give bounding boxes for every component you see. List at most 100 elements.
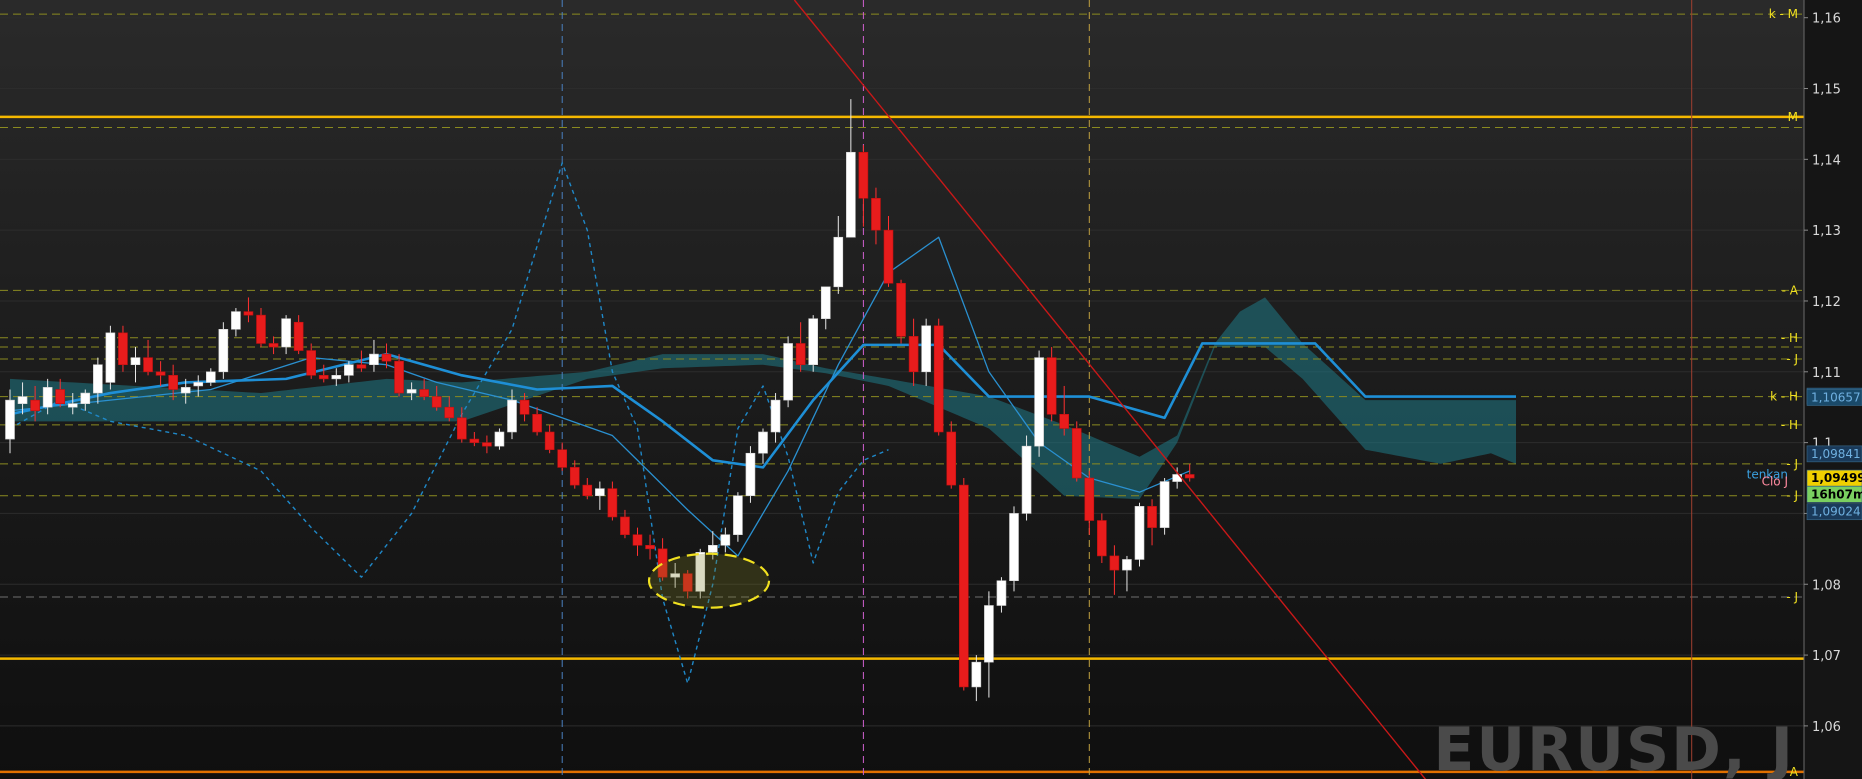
candle-body — [406, 389, 417, 394]
candle-body — [921, 325, 931, 373]
candle-body — [318, 375, 329, 380]
y-tick-label: 1,16 — [1812, 12, 1841, 27]
candle-body — [431, 396, 442, 408]
level-label: k - H — [1770, 390, 1798, 404]
candle-body — [193, 382, 204, 387]
candle-body — [783, 343, 793, 401]
y-tick-label: 1,08 — [1812, 578, 1841, 593]
level-label: - J — [1786, 590, 1798, 604]
candle-body — [469, 438, 480, 443]
candle-body — [494, 431, 505, 447]
candle-body — [1109, 555, 1120, 571]
candle-body — [143, 357, 153, 373]
candle-body — [331, 375, 342, 380]
level-label: M — [1788, 110, 1798, 124]
candle-body — [958, 484, 969, 688]
candle-body — [1159, 481, 1170, 528]
candle-body — [1059, 413, 1069, 429]
price-tag-text: 1,09841 — [1811, 447, 1861, 461]
candle-body — [933, 325, 944, 433]
candle-body — [1009, 513, 1019, 582]
candle-body — [180, 387, 191, 394]
candle-body — [858, 151, 869, 199]
chikou-line — [9, 162, 889, 685]
candle-body — [1097, 520, 1107, 557]
candle-body — [745, 452, 756, 497]
candle-body — [293, 321, 304, 351]
y-tick-label: 1,07 — [1812, 649, 1841, 664]
candle-body — [1084, 477, 1095, 521]
candle-body — [996, 580, 1007, 606]
candle-body — [1034, 357, 1044, 447]
price-tag: 1,09499 — [1806, 469, 1862, 487]
inline-label: Clo J — [1762, 475, 1788, 489]
candle-body — [17, 396, 28, 404]
candle-body — [206, 371, 216, 383]
candle-body — [1134, 506, 1145, 560]
y-tick-label: 1,11 — [1812, 366, 1841, 381]
price-tag-text: 1,10657 — [1811, 391, 1861, 405]
candle-body — [733, 495, 743, 535]
candle-body — [93, 364, 103, 394]
candle-body — [5, 399, 15, 440]
candle-body — [42, 387, 53, 408]
price-chart[interactable]: MAk - M- A- H- Jk - H- H- J- J- J1,161,1… — [0, 0, 1862, 779]
candle-body — [155, 371, 166, 376]
level-label: k - M — [1769, 7, 1798, 21]
candle-body — [105, 332, 116, 383]
price-tag-text: 1,09024 — [1811, 505, 1861, 519]
y-tick-label: 1,06 — [1812, 720, 1841, 735]
price-tag: 1,09024 — [1806, 503, 1862, 521]
candle-body — [1021, 445, 1032, 514]
candle-body — [381, 353, 392, 362]
level-label: - A — [1782, 283, 1799, 297]
candle-body — [770, 399, 781, 433]
candle-body — [645, 544, 655, 550]
candle-body — [569, 467, 580, 486]
y-tick-label: 1,13 — [1812, 224, 1841, 239]
candle-body — [444, 406, 455, 419]
candle-body — [118, 332, 128, 366]
level-label: - J — [1786, 489, 1798, 503]
level-label: - J — [1786, 457, 1798, 471]
candle-body — [1122, 559, 1132, 571]
y-tick-label: 1,14 — [1812, 153, 1841, 168]
candle-body — [218, 329, 229, 373]
candle-body — [482, 442, 492, 447]
candle-body — [168, 375, 178, 390]
candle-body — [231, 311, 241, 330]
candle-body — [582, 484, 593, 497]
level-label: - J — [1786, 352, 1798, 366]
candle-body — [130, 357, 141, 366]
candle-body — [344, 364, 354, 376]
candle-body — [1071, 428, 1082, 479]
candle-body — [595, 488, 605, 497]
candle-body — [356, 364, 367, 369]
price-tag: 1,10657 — [1806, 389, 1862, 406]
candle-body — [720, 534, 731, 546]
level-label: - H — [1781, 331, 1798, 345]
candle-body — [544, 431, 555, 450]
candle-body — [281, 318, 291, 348]
candle-body — [820, 286, 831, 319]
y-tick-label: 1,12 — [1812, 295, 1841, 310]
candle-body — [620, 516, 630, 535]
level-label: - H — [1781, 418, 1798, 432]
candle-body — [532, 413, 542, 433]
candle-body — [896, 282, 906, 337]
candle-body — [369, 353, 379, 366]
price-tag-text: 1,09499 — [1811, 471, 1862, 485]
candle-body — [795, 343, 806, 366]
candle-body — [256, 314, 266, 344]
candle-body — [707, 544, 718, 553]
price-tag-text: 16h07m — [1811, 487, 1862, 501]
candle-body — [55, 389, 66, 404]
candle-body — [1147, 506, 1157, 528]
candle-body — [30, 399, 40, 412]
candle-body — [946, 431, 957, 486]
candle-body — [758, 431, 768, 454]
candle-body — [871, 197, 881, 231]
candle-body — [833, 236, 844, 288]
chart-window: MAk - M- A- H- Jk - H- H- J- J- J 1,16 1,1… — [0, 0, 1862, 779]
candle-body — [456, 417, 467, 440]
